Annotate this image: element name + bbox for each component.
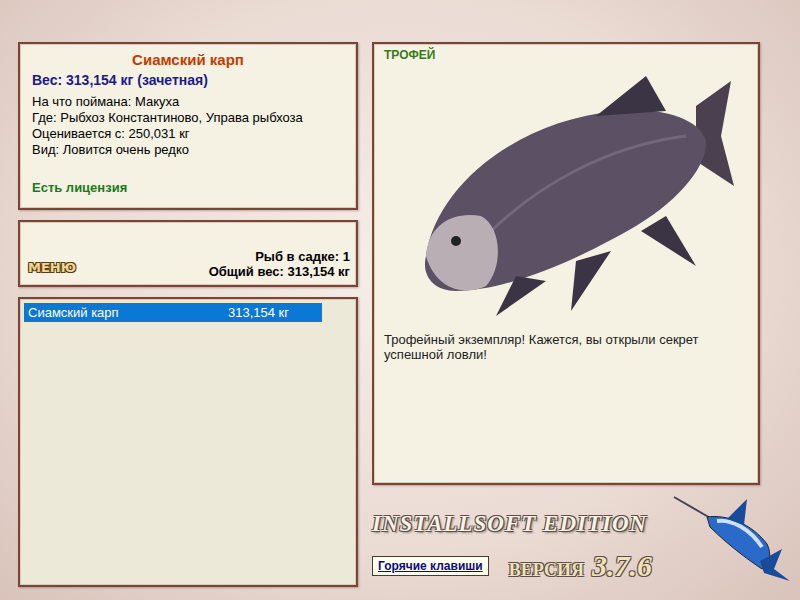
footer-left: INSTALLSOFT EDITION Горячие клавиши ВЕРСИЯ… (372, 511, 672, 600)
edition-logo: INSTALLSOFT EDITION (372, 511, 672, 537)
fish-detail: Вид: Ловится очень редко (32, 142, 344, 158)
marlin-logo (672, 489, 792, 600)
catch-list: Сиамский карп313,154 кг (18, 297, 358, 587)
fish-detail: На что поймана: Макуха (32, 94, 344, 110)
version-label: ВЕРСИЯ (509, 560, 584, 581)
version: ВЕРСИЯ 3.7.6 (509, 549, 652, 583)
footer: INSTALLSOFT EDITION Горячие клавиши ВЕРСИЯ… (372, 485, 792, 600)
hotkeys-button[interactable]: Горячие клавиши (372, 556, 489, 576)
version-number: 3.7.6 (592, 549, 652, 583)
catch-weight: 313,154 кг (228, 305, 318, 320)
marlin-logo-icon (672, 489, 792, 584)
fish-title: Сиамский карп (32, 50, 344, 70)
left-column: Сиамский карпВес: 313,154 кг (зачетная)Н… (18, 42, 358, 600)
fish-detail: Оценивается с: 250,031 кг (32, 126, 344, 142)
fish-detail: Где: Рыбхоз Константиново, Управа рыбхоз… (32, 110, 344, 126)
keepnet-panel: МЕНЮ Рыб в садке: 1Общий вес: 313,154 кг (18, 220, 358, 287)
fish-card: Сиамский карпВес: 313,154 кг (зачетная) Н… (18, 42, 358, 210)
catch-row[interactable]: Сиамский карп313,154 кг (24, 303, 322, 322)
catch-name: Сиамский карп (28, 305, 228, 320)
total-weight: Общий вес: 313,154 кг (209, 264, 350, 279)
fish-picture (384, 62, 748, 320)
menu-button[interactable]: МЕНЮ (28, 260, 76, 279)
trophy-panel: ТРОФЕЙ Трофейный экземпляр! Кажется, вы о… (372, 42, 760, 485)
fish-weight: Вес: 313,154 кг (зачетная) (32, 70, 344, 90)
game-screen: Сиамский карпВес: 313,154 кг (зачетная)Н… (0, 0, 800, 600)
fish-count: Рыб в садке: 1 (209, 249, 350, 264)
license-status: Есть лицензия (32, 180, 344, 200)
trophy-message: Трофейный экземпляр! Кажется, вы открыли… (384, 332, 748, 362)
carp-picture-icon (396, 66, 736, 316)
footer-row: Горячие клавиши ВЕРСИЯ 3.7.6 (372, 549, 672, 583)
right-column: ТРОФЕЙ Трофейный экземпляр! Кажется, вы о… (372, 42, 792, 600)
trophy-label: ТРОФЕЙ (384, 48, 748, 62)
keepnet-stats: Рыб в садке: 1Общий вес: 313,154 кг (209, 249, 350, 279)
